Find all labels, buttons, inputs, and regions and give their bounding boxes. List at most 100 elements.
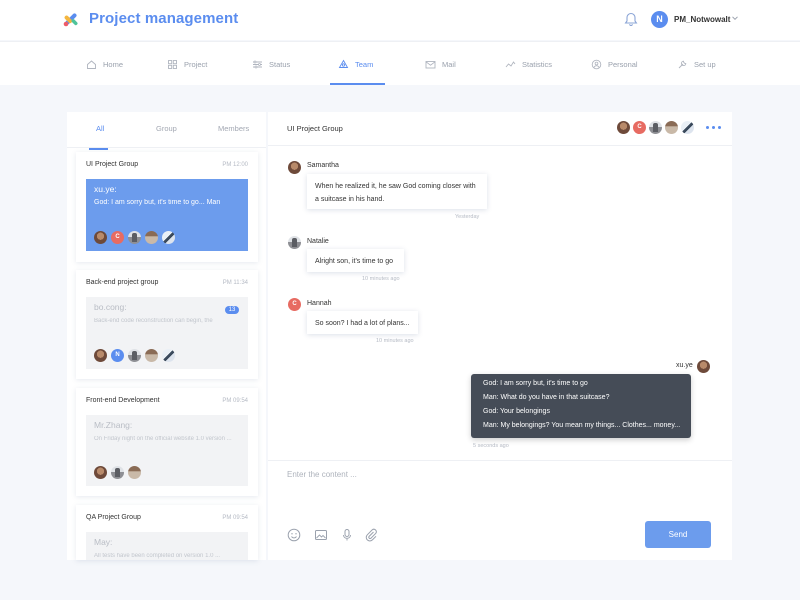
avatar[interactable]	[617, 121, 630, 134]
nav-label: Personal	[608, 59, 638, 69]
message-input[interactable]: Enter the content ...	[287, 470, 357, 479]
group-card[interactable]: QA Project Group PM 09:54 May: All tests…	[76, 505, 258, 560]
attachment-icon[interactable]	[364, 528, 378, 542]
avatar	[697, 360, 710, 373]
nav-item-project[interactable]: Project	[167, 42, 207, 86]
member-avatars: C	[94, 231, 175, 244]
avatar	[128, 231, 141, 244]
nav-label: Project	[184, 59, 208, 69]
user-name[interactable]: PM_Notwowalt	[674, 15, 730, 24]
emoji-icon[interactable]	[287, 528, 301, 542]
group-time: PM 12:00	[222, 162, 248, 168]
preview-sender: bo.cong:	[94, 302, 127, 312]
message-sender: Samantha	[307, 162, 339, 169]
chat-title: UI Project Group	[287, 124, 343, 133]
preview-sender: xu.ye:	[94, 184, 117, 194]
avatar[interactable]: C	[633, 121, 646, 134]
microphone-icon[interactable]	[340, 528, 354, 542]
avatar[interactable]	[665, 121, 678, 134]
nav-item-personal[interactable]: Personal	[591, 42, 638, 86]
avatar[interactable]	[681, 121, 694, 134]
avatar	[162, 349, 175, 362]
avatar	[94, 466, 107, 479]
nav-item-home[interactable]: Home	[86, 42, 123, 86]
group-name: Front-end Development	[86, 397, 160, 404]
bell-icon[interactable]	[624, 12, 638, 27]
avatar	[128, 466, 141, 479]
message-sender: xu.ye	[676, 362, 693, 369]
more-options-icon[interactable]	[706, 126, 721, 129]
nav-item-status[interactable]: Status	[252, 42, 290, 86]
group-preview: xu.ye: God: I am sorry but, it's time to…	[86, 179, 248, 251]
avatar	[94, 231, 107, 244]
tab-all[interactable]: All	[96, 124, 104, 133]
avatar	[288, 161, 301, 174]
nav-label: Mail	[442, 59, 456, 69]
message-line: Man: What do you have in that suitcase?	[483, 394, 610, 401]
preview-sender: Mr.Zhang:	[94, 420, 133, 430]
chat-header-divider	[268, 145, 732, 146]
tab-group[interactable]: Group	[156, 124, 177, 133]
message-time: 5 seconds ago	[473, 443, 509, 449]
nav-label: Home	[103, 59, 124, 69]
wrench-icon	[678, 60, 687, 68]
preview-message: Back-end code reconstruction can begin, …	[94, 318, 214, 324]
preview-sender: May:	[94, 537, 113, 547]
nav-item-team[interactable]: Team	[338, 42, 373, 86]
group-name: Back-end project group	[86, 279, 159, 286]
group-card[interactable]: UI Project Group PM 12:00 xu.ye: God: I …	[76, 152, 258, 262]
group-time: PM 11:34	[222, 280, 248, 286]
group-card[interactable]: Back-end project group PM 11:34 bo.cong:…	[76, 270, 258, 379]
avatar	[94, 349, 107, 362]
nav-active-indicator	[330, 83, 385, 85]
message-bubble-own: God: I am sorry but, it's time to go Man…	[471, 374, 691, 438]
avatar	[145, 231, 158, 244]
tab-active-indicator	[89, 148, 108, 150]
chevron-down-icon[interactable]	[731, 14, 739, 22]
message-bubble: Alright son, it's time to go	[307, 249, 404, 272]
avatar: N	[111, 349, 124, 362]
preview-message: God: I am sorry but, it's time to go... …	[94, 199, 221, 206]
avatar: C	[288, 298, 301, 311]
nav-item-statistics[interactable]: Statistics	[505, 42, 552, 86]
message-sender: Natalie	[307, 238, 329, 245]
group-name: UI Project Group	[86, 161, 139, 168]
member-avatars: N	[94, 349, 175, 362]
mail-icon	[425, 60, 436, 68]
group-preview: bo.cong: Back-end code reconstruction ca…	[86, 297, 248, 369]
message-line: God: I am sorry but, it's time to go	[483, 380, 588, 387]
app-title: Project management	[89, 10, 239, 27]
member-avatars	[94, 466, 141, 479]
user-avatar[interactable]: N	[651, 11, 668, 28]
message-line: God: Your belongings	[483, 408, 550, 415]
nav-item-mail[interactable]: Mail	[425, 42, 456, 86]
group-card[interactable]: Front-end Development PM 09:54 Mr.Zhang:…	[76, 388, 258, 496]
nav-item-set-up[interactable]: Set up	[677, 42, 716, 86]
top-header: Project management N PM_Notwowalt	[0, 0, 800, 40]
message-time: Yesterday	[455, 214, 480, 220]
group-time: PM 09:54	[222, 515, 248, 521]
message-time: 10 minutes ago	[362, 276, 400, 282]
avatar: C	[111, 231, 124, 244]
app-logo-icon	[63, 13, 78, 27]
preview-message: On Friday night on the official website …	[94, 436, 232, 442]
avatar	[288, 236, 301, 249]
group-preview: Mr.Zhang: On Friday night on the officia…	[86, 415, 248, 486]
composer-divider	[268, 460, 732, 461]
person-icon	[591, 59, 602, 69]
nav-label: Statistics	[522, 59, 553, 69]
send-button[interactable]: Send	[645, 521, 711, 548]
chat-member-avatars[interactable]: C	[617, 121, 694, 134]
group-time: PM 09:54	[222, 398, 248, 404]
main-nav: Home Project Status Team Mail Statistics…	[0, 41, 800, 85]
image-icon[interactable]	[314, 528, 328, 542]
tab-members[interactable]: Members	[218, 124, 249, 133]
avatar[interactable]	[649, 121, 662, 134]
message-line: Man: My belongings? You mean my things..…	[483, 422, 681, 429]
grid-icon	[168, 59, 177, 69]
team-icon	[338, 59, 349, 68]
nav-label: Set up	[694, 59, 716, 69]
avatar	[111, 466, 124, 479]
group-name: QA Project Group	[86, 514, 141, 521]
chart-icon	[505, 60, 516, 67]
